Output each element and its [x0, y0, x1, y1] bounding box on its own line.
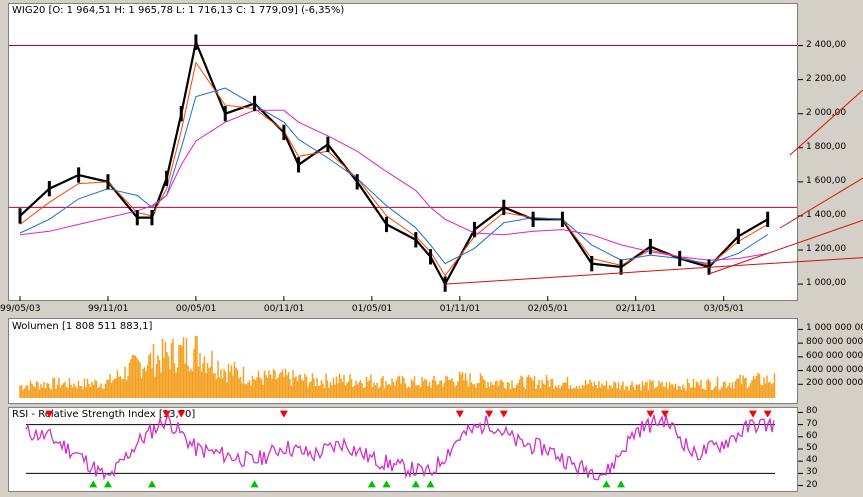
- rsi-oversold-marker: [426, 480, 435, 488]
- chart-svg: [9, 34, 863, 488]
- rsi-oversold-marker: [147, 480, 156, 488]
- rsi-overbought-marker: [499, 410, 508, 418]
- rsi-overbought-marker: [279, 410, 288, 418]
- rsi-oversold-marker: [602, 480, 611, 488]
- trendline-steeper: [789, 89, 863, 156]
- rsi-overbought-marker: [763, 410, 772, 418]
- rsi-overbought-marker: [177, 410, 186, 418]
- rsi-oversold-marker: [411, 480, 420, 488]
- rsi-overbought-marker: [455, 410, 464, 418]
- rsi-overbought-marker: [162, 410, 171, 418]
- rsi-overbought-marker: [749, 410, 758, 418]
- price-line: [19, 38, 769, 287]
- sma-long-line: [19, 109, 768, 261]
- sma-short-line: [19, 61, 768, 277]
- rsi-oversold-marker: [103, 480, 112, 488]
- rsi-oversold-marker: [89, 480, 98, 488]
- rsi-oversold-marker: [250, 480, 259, 488]
- rsi-oversold-marker: [382, 480, 391, 488]
- trendline-steep: [779, 177, 863, 229]
- rsi-oversold-marker: [367, 480, 376, 488]
- rsi-overbought-marker: [45, 410, 54, 418]
- rsi-oversold-marker: [617, 480, 626, 488]
- trendline: [445, 257, 863, 285]
